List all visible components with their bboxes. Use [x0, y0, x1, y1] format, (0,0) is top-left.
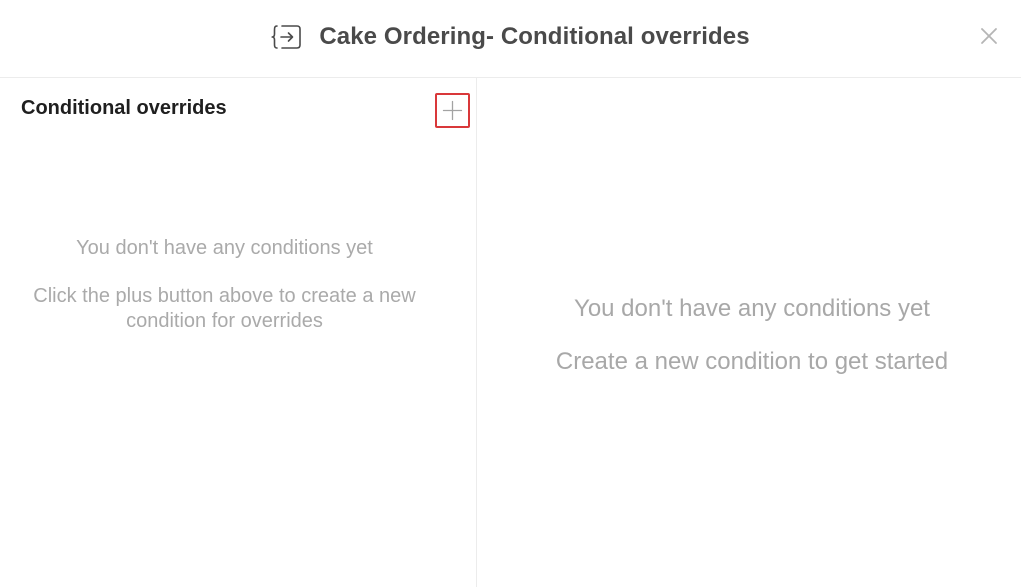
- dialog-title-group: Cake Ordering- Conditional overrides: [0, 0, 1021, 74]
- detail-empty-hint: Create a new condition to get started: [555, 348, 949, 375]
- conditions-list-panel: Conditional overrides You don't have any…: [0, 78, 477, 587]
- override-brackets-icon: [271, 22, 303, 52]
- add-condition-button[interactable]: [435, 93, 470, 128]
- close-icon: [981, 28, 997, 44]
- empty-state-hint: Click the plus button above to create a …: [33, 285, 416, 332]
- dialog-title: Cake Ordering- Conditional overrides: [319, 23, 750, 50]
- condition-detail-panel: You don't have any conditions yet Create…: [478, 78, 1021, 587]
- detail-empty-state: You don't have any conditions yet Create…: [478, 294, 1021, 377]
- conditions-panel-title: Conditional overrides: [21, 97, 227, 119]
- plus-icon: [442, 100, 463, 121]
- dialog-header: Cake Ordering- Conditional overrides: [0, 0, 1021, 78]
- empty-state-title: You don't have any conditions yet: [76, 237, 373, 259]
- close-button[interactable]: [979, 26, 999, 46]
- detail-empty-title: You don't have any conditions yet: [574, 295, 930, 322]
- conditional-overrides-dialog: Cake Ordering- Conditional overrides Con…: [0, 0, 1021, 587]
- conditions-empty-state: You don't have any conditions yet Click …: [0, 236, 449, 334]
